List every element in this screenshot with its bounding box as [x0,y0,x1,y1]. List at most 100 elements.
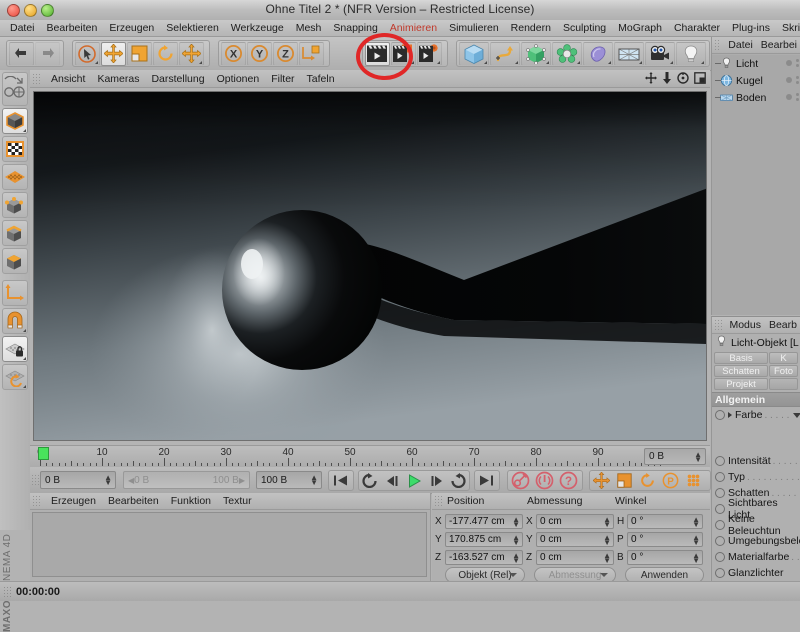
pan-icon[interactable] [645,72,657,87]
render-settings-button[interactable] [416,41,442,66]
autokey-button[interactable] [532,471,556,490]
render-view-button[interactable] [364,41,390,66]
viewport-menu-tafeln[interactable]: Tafeln [301,73,341,85]
stepper-icon[interactable]: ▲ ▼ [603,551,611,564]
stepper-icon[interactable]: ▲ ▼ [512,533,520,546]
undo-button[interactable] [8,41,34,66]
light-button[interactable] [675,41,706,66]
face-mode-button[interactable] [2,248,28,274]
cube-primitive-button[interactable] [458,41,489,66]
property-umgebungsbeleuchtung[interactable]: Umgebungsbeleu [712,533,800,549]
y-axis-lock-button[interactable]: Y [246,41,272,66]
property-farbe[interactable]: Farbe . . . . . . [712,407,800,423]
object-axis-button[interactable] [2,280,28,306]
menu-mograph[interactable]: MoGraph [612,20,668,36]
timeline-ruler-bar[interactable]: 0 10 20 30 40 50 60 70 80 90 100 0 B ▲▼ [30,445,710,469]
viewport-render[interactable] [33,91,707,441]
parameter-key-button[interactable] [682,471,705,490]
lock-grid-button[interactable] [2,336,28,362]
go-to-end-button[interactable] [475,471,497,490]
chevron-down-icon[interactable] [793,412,800,418]
tab-koord[interactable]: K [769,352,798,364]
rotation-key-button[interactable] [636,471,659,490]
material-list[interactable] [32,512,427,577]
panel-grip-icon[interactable] [32,72,42,85]
position-key-button[interactable] [590,471,613,490]
coord-field-size-y[interactable]: 0 cm ▲ ▼ [536,531,614,547]
nurbs-button[interactable] [520,41,551,66]
property-toggle-icon[interactable] [715,536,725,546]
stepper-icon[interactable]: ▲ ▼ [603,533,611,546]
render-region-button[interactable] [390,41,416,66]
property-glanzlichter[interactable]: Glanzlichter [712,565,800,581]
menu-snapping[interactable]: Snapping [327,20,383,36]
material-menu-bearbeiten[interactable]: Bearbeiten [102,495,165,507]
property-toggle-icon[interactable] [715,410,725,420]
scene-button[interactable] [613,41,644,66]
orbit-icon[interactable] [677,72,689,87]
range-right-arrow-icon[interactable]: ▶ [239,476,245,485]
stepper-icon[interactable]: ▲ ▼ [512,551,520,564]
panel-grip-icon[interactable] [3,585,13,598]
property-toggle-icon[interactable] [715,488,725,498]
menu-simulieren[interactable]: Simulieren [443,20,505,36]
record-key-button[interactable] [508,471,532,490]
material-menu-erzeugen[interactable]: Erzeugen [45,495,102,507]
point-mode-button[interactable] [2,192,28,218]
coord-field-pos-y[interactable]: 170.875 cm ▲ ▼ [445,531,523,547]
property-toggle-icon[interactable] [715,504,725,514]
z-axis-lock-button[interactable]: Z [272,41,298,66]
viewport-menu-filter[interactable]: Filter [265,73,300,85]
current-frame-field[interactable]: 0 B ▲ ▼ [40,471,116,489]
coord-field-pos-z[interactable]: -163.527 cm ▲ ▼ [445,549,523,565]
viewport-menu-optionen[interactable]: Optionen [211,73,266,85]
menu-mesh[interactable]: Mesh [290,20,328,36]
menu-plugins[interactable]: Plug-ins [726,20,776,36]
menu-bearbeiten[interactable]: Bearbeiten [41,20,104,36]
stepper-icon[interactable]: ▲ ▼ [692,533,700,546]
property-toggle-icon[interactable] [715,456,725,466]
stepper-icon[interactable]: ▲ ▼ [694,451,702,464]
polygon-mode-button[interactable] [2,164,28,190]
go-to-start-button[interactable] [329,471,351,490]
select-arrow-button[interactable] [74,41,100,66]
tab-basis[interactable]: Basis [714,352,768,364]
edge-mode-button[interactable] [2,220,28,246]
attribute-menu-modus[interactable]: Modus [725,319,765,331]
object-visibility-dots[interactable] [786,93,799,101]
stepper-icon[interactable]: ▲ ▼ [310,474,318,487]
move-plus-tool-button[interactable] [178,41,204,66]
timeline-playhead[interactable] [38,447,49,460]
object-menu-datei[interactable]: Datei [724,39,757,51]
scale-tool-button[interactable] [126,41,152,66]
x-axis-lock-button[interactable]: X [220,41,246,66]
property-toggle-icon[interactable] [715,552,725,562]
object-visibility-dots[interactable] [786,59,799,67]
material-menu-textur[interactable]: Textur [217,495,258,507]
object-menu-bearbeiten[interactable]: Bearbei [757,39,800,51]
menu-charakter[interactable]: Charakter [668,20,726,36]
material-menu-funktion[interactable]: Funktion [165,495,217,507]
timeline-frame-field[interactable]: 0 B ▲ ▼ [644,448,706,465]
menu-sculpting[interactable]: Sculpting [557,20,612,36]
object-tree[interactable]: Licht Kugel Boden [712,55,800,315]
array-button[interactable] [551,41,582,66]
tab-empty[interactable] [769,378,798,390]
expand-triangle-icon[interactable] [728,412,732,418]
tab-schatten[interactable]: Schatten [714,365,768,377]
coord-field-size-z[interactable]: 0 cm ▲ ▼ [536,549,614,565]
next-key-button[interactable] [447,471,469,490]
coord-field-rot-b[interactable]: 0 ° ▲ ▼ [627,549,703,565]
property-intensitaet[interactable]: Intensität . . . . . . . [712,453,800,469]
coord-field-size-x[interactable]: 0 cm ▲ ▼ [536,513,614,529]
attribute-menu-bearbeiten[interactable]: Bearb [765,319,800,331]
menu-skript[interactable]: Skript [776,20,800,36]
spline-button[interactable] [489,41,520,66]
stepper-icon[interactable]: ▲ ▼ [692,551,700,564]
coord-field-pos-x[interactable]: -177.477 cm ▲ ▼ [445,513,523,529]
scale-key-button[interactable] [613,471,636,490]
menu-animieren[interactable]: Animieren [384,20,443,36]
coord-field-rot-h[interactable]: 0 ° ▲ ▼ [627,513,703,529]
menu-selektieren[interactable]: Selektieren [160,20,225,36]
object-row-kugel[interactable]: Kugel [712,72,800,89]
